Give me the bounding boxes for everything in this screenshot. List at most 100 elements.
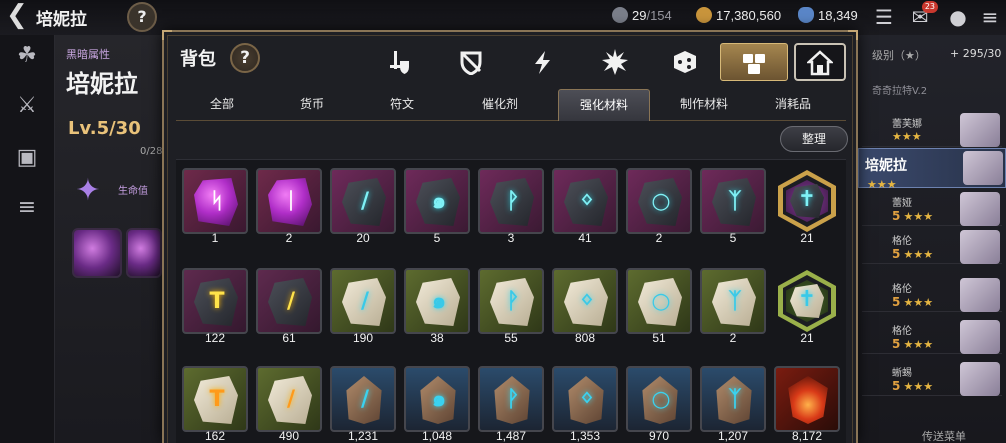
sub-tab-runes[interactable]: 符文 bbox=[370, 89, 434, 121]
hero-list-item[interactable]: 蕾芙娜 ★★★ bbox=[862, 113, 1002, 147]
inventory-item[interactable]: ᛉ5 bbox=[700, 168, 766, 248]
sub-tab-craft-materials[interactable]: 制作材料 bbox=[660, 89, 748, 121]
category-tab-equipment[interactable] bbox=[376, 43, 422, 81]
item-frame: ᚹ bbox=[478, 168, 544, 234]
item-frame: T bbox=[182, 268, 248, 334]
inventory-item[interactable]: ๑ 1,048 bbox=[404, 366, 470, 443]
category-tab-armor[interactable] bbox=[448, 43, 494, 81]
inventory-item[interactable]: ᚹ 1,487 bbox=[478, 366, 544, 443]
item-quantity: 1,231 bbox=[347, 429, 379, 443]
crystal-counter: 18,349 bbox=[798, 7, 858, 23]
stamina-value: 29 bbox=[632, 8, 647, 23]
sort-level-label[interactable]: 级别（★） bbox=[872, 47, 926, 63]
teleport-menu-label[interactable]: 传送菜单 bbox=[922, 428, 966, 443]
mail-icon[interactable]: ✉ 23 bbox=[906, 1, 938, 30]
hero-name: 格伦 bbox=[892, 236, 912, 247]
selected-hero-item[interactable]: 培妮拉 ★★★ bbox=[858, 148, 1006, 191]
item-frame: ✝ bbox=[774, 268, 840, 334]
hero-list-item[interactable]: 蜥蜴 5 ★★★ bbox=[862, 362, 1002, 396]
sub-tab-enhance-materials[interactable]: 强化材料 bbox=[558, 89, 650, 121]
item-frame: ᛜ bbox=[552, 268, 618, 334]
item-frame: ᛜ bbox=[552, 168, 618, 234]
hero-list-item[interactable]: 蕾娅 5 ★★★ bbox=[862, 192, 1002, 226]
screen-help-button[interactable]: ? bbox=[127, 2, 157, 32]
skill-icon[interactable] bbox=[72, 228, 122, 278]
inventory-item[interactable]: / 61 bbox=[256, 268, 322, 348]
hero-list-item[interactable]: 格伦 5 ★★★ bbox=[862, 230, 1002, 264]
rune-glyph-icon: / bbox=[360, 189, 370, 214]
inventory-item[interactable]: ○ 51 bbox=[626, 268, 692, 348]
rune-glyph-icon: ๑ bbox=[432, 189, 446, 214]
trophy-icon[interactable]: ☘ bbox=[12, 41, 42, 71]
inventory-item[interactable]: T 162 bbox=[182, 366, 248, 443]
sub-tab-consumables[interactable]: 消耗品 bbox=[756, 89, 830, 121]
scroll-icon[interactable]: ≡ bbox=[12, 193, 42, 223]
broken-shield-icon bbox=[460, 51, 482, 76]
inventory-item[interactable]: ᛜ 41 bbox=[552, 168, 618, 248]
character-exp: 0/28 bbox=[140, 146, 163, 157]
hero-name: 格伦 bbox=[892, 284, 912, 295]
inventory-item[interactable]: ᛋ1 bbox=[182, 168, 248, 248]
item-frame: ᛉ bbox=[700, 168, 766, 234]
rune-glyph-icon: ᛜ bbox=[580, 387, 594, 412]
inventory-item[interactable]: ๑ 38 bbox=[404, 268, 470, 348]
guild-icon[interactable]: ☰ bbox=[870, 4, 898, 30]
chat-icon[interactable]: ● bbox=[944, 4, 972, 30]
sub-tab-all[interactable]: 全部 bbox=[190, 89, 254, 121]
hero-stars: ★★★ bbox=[903, 338, 934, 351]
inventory-item[interactable]: ᛉ 1,207 bbox=[700, 366, 766, 443]
category-tab-housing[interactable] bbox=[794, 43, 846, 81]
modal-corner bbox=[848, 30, 858, 40]
inventory-item[interactable]: ○ 2 bbox=[626, 168, 692, 248]
inventory-item[interactable]: ᛜ 808 bbox=[552, 268, 618, 348]
item-quantity: 1 bbox=[211, 231, 219, 245]
dice-icon bbox=[674, 51, 696, 73]
inventory-item[interactable]: ᛜ 1,353 bbox=[552, 366, 618, 443]
inventory-item[interactable]: ✝ 21 bbox=[774, 268, 840, 348]
category-tab-random[interactable] bbox=[662, 43, 708, 81]
inventory-item[interactable]: ᛉ2 bbox=[700, 268, 766, 348]
category-tab-skill[interactable] bbox=[520, 43, 566, 81]
rune-glyph-icon: ○ bbox=[651, 189, 671, 214]
rune-glyph-icon: ๑ bbox=[432, 289, 446, 314]
hero-name: 蜥蜴 bbox=[892, 368, 912, 379]
inventory-item[interactable]: ○ 970 bbox=[626, 366, 692, 443]
hero-stars: ★★★ bbox=[903, 380, 934, 393]
sub-tab-catalyst[interactable]: 催化剂 bbox=[462, 89, 538, 121]
category-tab-burst[interactable] bbox=[592, 43, 638, 81]
menu-icon[interactable]: ≡ bbox=[976, 4, 1004, 30]
inventory-item[interactable]: ᚹ3 bbox=[478, 168, 544, 248]
bag-help-button[interactable]: ? bbox=[230, 43, 260, 73]
hero-portrait bbox=[960, 320, 1000, 354]
hero-list-subheader: 奇奇拉特V.2 bbox=[872, 86, 928, 97]
inventory-item[interactable]: ᛁ2 bbox=[256, 168, 322, 248]
sort-button[interactable]: 整理 bbox=[780, 126, 848, 152]
inventory-item[interactable]: 8,172 bbox=[774, 366, 840, 443]
inventory-item[interactable]: ᚹ 55 bbox=[478, 268, 544, 348]
hero-level: 5 bbox=[892, 295, 901, 309]
inventory-item[interactable]: / 490 bbox=[256, 366, 322, 443]
hero-capacity: + 295/30 bbox=[950, 47, 1002, 60]
materials-icon bbox=[743, 54, 765, 74]
sub-tab-currency[interactable]: 货币 bbox=[280, 89, 344, 121]
item-frame: ๑ bbox=[404, 268, 470, 334]
profile-icon[interactable]: ▣ bbox=[12, 143, 42, 173]
item-quantity: 3 bbox=[507, 231, 515, 245]
inventory-item[interactable]: ✝ 21 bbox=[774, 168, 840, 248]
sword-shield-icon bbox=[390, 51, 409, 74]
hero-list-item[interactable]: 格伦 5 ★★★ bbox=[862, 320, 1002, 354]
skill-icon[interactable] bbox=[126, 228, 162, 278]
hero-level: 5 bbox=[892, 209, 901, 223]
inventory-item[interactable]: / 1,231 bbox=[330, 366, 396, 443]
inventory-item[interactable]: / 20 bbox=[330, 168, 396, 248]
item-quantity: 1,353 bbox=[569, 429, 601, 443]
hero-list-item[interactable]: 格伦 5 ★★★ bbox=[862, 278, 1002, 312]
back-button[interactable]: ❮ bbox=[6, 2, 32, 29]
category-tab-materials[interactable] bbox=[720, 43, 788, 81]
item-quantity: 1,048 bbox=[421, 429, 453, 443]
inventory-item[interactable]: / 190 bbox=[330, 268, 396, 348]
inventory-item[interactable]: ๑5 bbox=[404, 168, 470, 248]
equipment-icon[interactable]: ⚔ bbox=[12, 91, 42, 121]
hero-name: 蕾芙娜 bbox=[892, 119, 922, 130]
inventory-item[interactable]: T 122 bbox=[182, 268, 248, 348]
